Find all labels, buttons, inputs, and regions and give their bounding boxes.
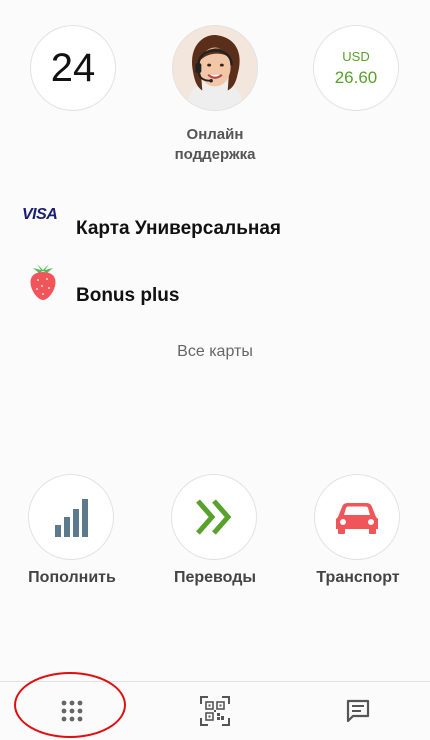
support-avatar[interactable]: [172, 25, 258, 111]
online-support-label[interactable]: Онлайн поддержка: [140, 125, 290, 165]
transfers-label: Переводы: [173, 569, 257, 586]
date-number: 24: [50, 45, 96, 90]
strawberry-icon: [27, 262, 59, 307]
tab-qr-scanner[interactable]: [143, 682, 286, 740]
support-label-line2: поддержка: [174, 146, 256, 163]
transfers-button[interactable]: [171, 474, 257, 560]
card-name: Карта Универсальная: [76, 218, 282, 239]
topup-label: Пополнить: [28, 569, 116, 586]
transport-action[interactable]: Транспорт: [298, 474, 418, 594]
currency-code: USD: [342, 48, 370, 64]
topup-button[interactable]: [28, 474, 114, 560]
topup-action[interactable]: Пополнить: [12, 474, 132, 594]
bottom-tab-bar: [0, 681, 430, 740]
double-chevron-right-icon: [196, 499, 232, 535]
transfers-action[interactable]: Переводы: [155, 474, 275, 594]
chat-icon: [346, 699, 369, 723]
tab-chat[interactable]: [286, 682, 429, 740]
car-icon: [336, 503, 378, 534]
qr-code-icon: [199, 696, 230, 726]
signal-bars-icon: [55, 499, 88, 537]
support-label-line1: Онлайн: [186, 126, 244, 143]
card-item-bonus-plus[interactable]: Bonus plus: [0, 262, 430, 307]
currency-rate-circle[interactable]: USD 26.60: [313, 25, 399, 111]
transport-label: Транспорт: [316, 569, 400, 586]
transport-button[interactable]: [314, 474, 400, 560]
card-item-universal[interactable]: VISA Карта Универсальная: [0, 205, 430, 245]
menu-grid-icon: [61, 700, 82, 722]
card-name: Bonus plus: [76, 285, 180, 306]
visa-logo: VISA: [22, 206, 58, 223]
all-cards-link[interactable]: Все карты: [0, 343, 430, 361]
support-operator-avatar-icon: [173, 26, 257, 110]
date-circle[interactable]: 24: [30, 25, 116, 111]
tab-menu[interactable]: [0, 682, 143, 740]
currency-rate-value: 26.60: [334, 67, 378, 87]
